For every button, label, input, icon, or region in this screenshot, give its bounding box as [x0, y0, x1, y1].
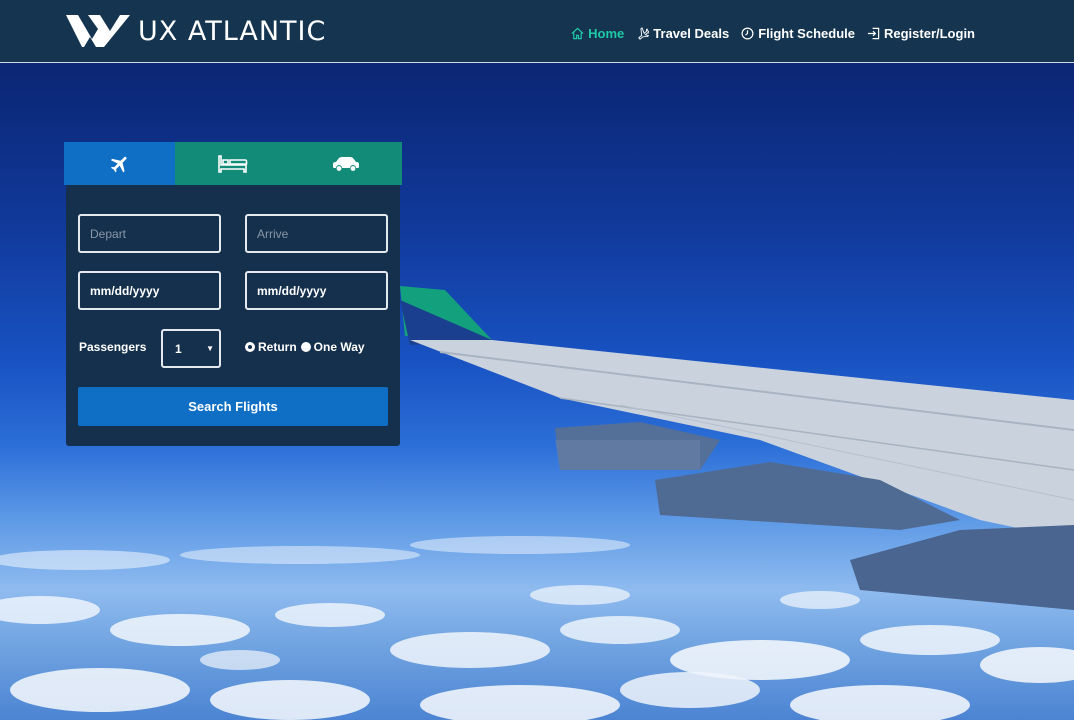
trip-type-options: Return One Way [245, 340, 369, 354]
plane-icon [638, 27, 650, 40]
radio-return-indicator[interactable] [245, 342, 255, 352]
nav-register-login-label: Register/Login [883, 26, 975, 41]
bed-icon [217, 154, 247, 173]
nav-register-login[interactable]: Register/Login [867, 26, 975, 41]
passengers-value: 1 [175, 341, 182, 356]
chevron-down-icon: ▼ [206, 344, 214, 353]
tab-flights[interactable] [64, 142, 175, 185]
arrive-input[interactable]: Arrive [245, 214, 388, 253]
passengers-label: Passengers [79, 340, 147, 354]
brand-logo[interactable]: UX ATLANTIC [64, 13, 326, 49]
tab-cars[interactable] [290, 142, 402, 185]
tab-hotels[interactable] [175, 142, 290, 185]
return-date-input[interactable]: mm/dd/yyyy [245, 271, 388, 310]
nav-travel-deals[interactable]: Travel Deals [636, 26, 729, 41]
login-icon [867, 27, 880, 40]
nav-flight-schedule[interactable]: Flight Schedule [741, 26, 855, 41]
brand-name: UX ATLANTIC [138, 15, 327, 47]
booking-tabs [64, 142, 402, 185]
radio-one-way[interactable]: One Way [300, 340, 365, 354]
clock-icon [741, 27, 754, 40]
nav-travel-deals-label: Travel Deals [653, 26, 730, 41]
fairing-3 [850, 525, 1074, 610]
radio-return-label: Return [258, 340, 297, 354]
nav-home-label: Home [588, 26, 625, 41]
depart-input[interactable]: Depart [78, 214, 221, 253]
car-icon [333, 156, 359, 171]
search-flights-button[interactable]: Search Flights [78, 387, 388, 426]
site-header: UX ATLANTIC Home Travel Deals Flight Sch… [0, 0, 1074, 63]
radio-return[interactable]: Return [245, 340, 297, 354]
radio-one-way-label: One Way [313, 340, 365, 354]
passengers-select[interactable]: 1 ▼ [161, 329, 221, 368]
home-icon [571, 27, 584, 40]
nav-home[interactable]: Home [571, 26, 624, 41]
depart-date-input[interactable]: mm/dd/yyyy [78, 271, 221, 310]
flight-search-form: Depart Arrive mm/dd/yyyy mm/dd/yyyy Pass… [66, 185, 400, 446]
logo-mark-icon [66, 15, 130, 47]
nav-flight-schedule-label: Flight Schedule [758, 26, 855, 41]
airplane-icon [110, 156, 127, 172]
main-nav: Home Travel Deals Flight Schedule Regist… [559, 26, 975, 41]
radio-one-way-indicator[interactable] [300, 342, 311, 352]
booking-widget: Depart Arrive mm/dd/yyyy mm/dd/yyyy Pass… [64, 142, 402, 446]
